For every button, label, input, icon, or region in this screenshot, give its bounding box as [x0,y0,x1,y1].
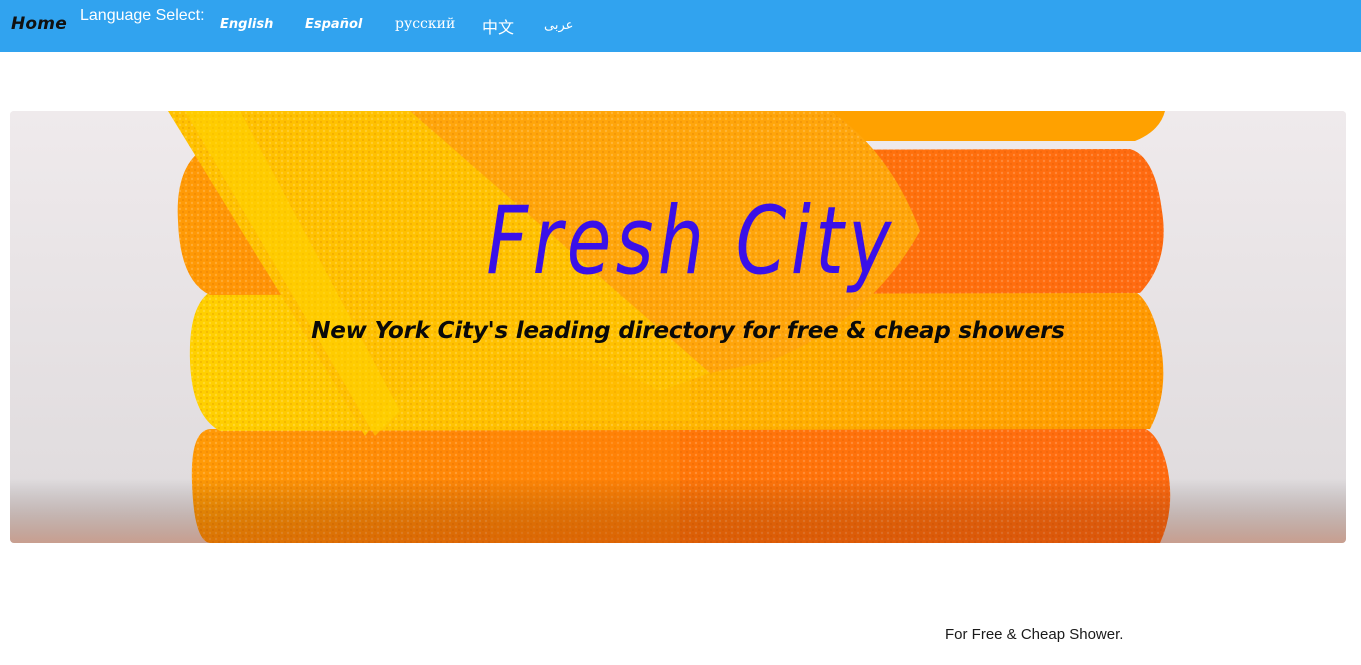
language-spanish-link[interactable]: Español [305,17,362,32]
site-title-text: Fresh City [485,187,896,296]
top-navbar: Home Language Select: English Español ру… [0,0,1361,52]
site-title: Fresh City [10,187,1346,296]
site-subtitle: New York City's leading directory for fr… [311,318,1065,344]
hero-banner: Fresh City New York City's leading direc… [10,111,1346,543]
tagline-text: For Free & Cheap Shower. [945,626,1124,643]
language-russian-link[interactable]: русский [395,16,455,32]
home-link[interactable]: Home [11,14,67,34]
language-arabic-link[interactable]: عربى [544,18,573,33]
language-english-link[interactable]: English [220,17,273,32]
language-select-label: Language Select: [80,7,205,24]
language-chinese-link[interactable]: 中文 [482,14,514,38]
